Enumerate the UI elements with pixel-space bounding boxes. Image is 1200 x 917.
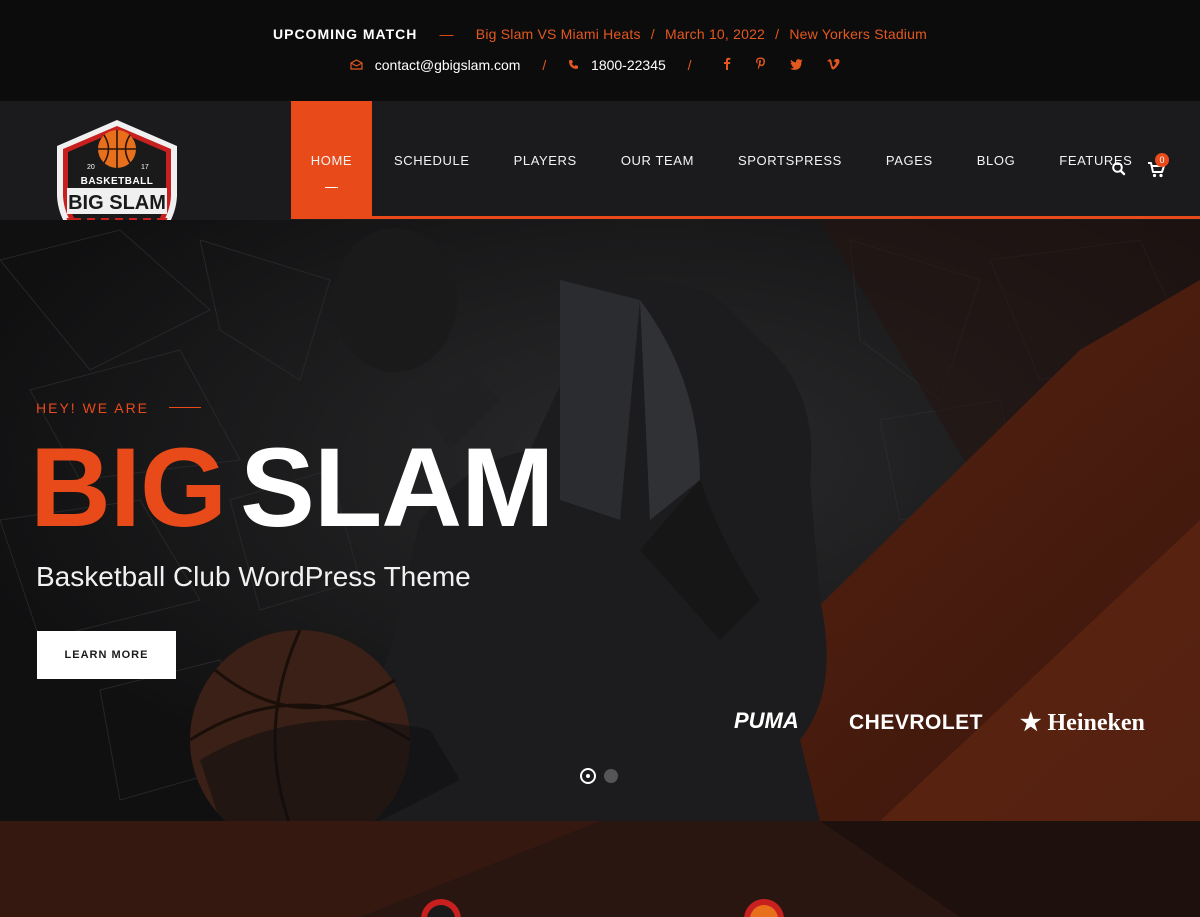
nav-sportspress[interactable]: SPORTSPRESS: [716, 101, 864, 219]
hero-eyebrow: HEY! WE ARE: [36, 400, 150, 416]
top-bar: UPCOMING MATCH — Big Slam VS Miami Heats…: [0, 0, 1200, 101]
sponsor-logo-puma: PUMA: [734, 708, 799, 733]
facebook-icon[interactable]: [723, 57, 731, 73]
hero-eyebrow-line: [169, 407, 201, 408]
hero-title: BIG SLAM: [30, 432, 554, 544]
hero-title-slam: SLAM: [240, 425, 554, 550]
pinterest-icon[interactable]: [755, 57, 766, 73]
logo-year-left: 20: [87, 164, 95, 171]
match-separator: /: [650, 26, 655, 42]
slider-dot-2[interactable]: [604, 769, 618, 783]
nav-home[interactable]: HOME: [291, 101, 372, 219]
upcoming-match-title: UPCOMING MATCH: [273, 26, 418, 42]
phone-icon: [568, 59, 579, 73]
match-teams[interactable]: Big Slam VS Miami Heats: [476, 26, 641, 42]
slider-dot-1[interactable]: [580, 768, 596, 784]
match-separator: /: [775, 26, 780, 42]
contact-line: contact@gbigslam.com / 1800-22345 /: [0, 57, 1200, 73]
search-icon[interactable]: [1110, 160, 1128, 178]
hero-subtitle: Basketball Club WordPress Theme: [36, 561, 471, 592]
sponsor-logo-chevrolet: CHEVROLET: [849, 711, 984, 734]
hero-slider: HEY! WE ARE BIG SLAM Basketball Club Word…: [0, 220, 1200, 821]
main-nav: HOME SCHEDULE PLAYERS OUR TEAM SPORTSPRE…: [291, 101, 1154, 219]
nav-pages[interactable]: PAGES: [864, 101, 955, 219]
nav-schedule[interactable]: SCHEDULE: [372, 101, 492, 219]
logo-line-1: BASKETBALL: [81, 176, 154, 187]
logo-year-right: 17: [141, 164, 149, 171]
match-date: March 10, 2022: [664, 26, 766, 42]
contact-email[interactable]: contact@gbigslam.com: [375, 57, 521, 73]
nav-players[interactable]: PLAYERS: [492, 101, 599, 219]
next-section-preview: [0, 821, 1200, 917]
hero-title-big: BIG: [30, 425, 227, 550]
section-background: [0, 821, 1200, 917]
logo-line-2: BIG SLAM: [68, 192, 166, 214]
match-venue: New Yorkers Stadium: [789, 26, 927, 42]
nav-blog[interactable]: BLOG: [955, 101, 1038, 219]
contact-separator: /: [687, 57, 692, 73]
nav-our-team[interactable]: OUR TEAM: [599, 101, 716, 219]
envelope-icon: [350, 59, 363, 73]
twitter-icon[interactable]: [790, 58, 803, 73]
cart-count-badge: 0: [1155, 153, 1169, 167]
nav-features[interactable]: FEATURES: [1037, 101, 1154, 219]
vimeo-icon[interactable]: [827, 58, 840, 73]
upcoming-match-line: UPCOMING MATCH — Big Slam VS Miami Heats…: [0, 26, 1200, 42]
contact-phone[interactable]: 1800-22345: [591, 57, 666, 73]
match-dash: —: [439, 26, 454, 42]
learn-more-button[interactable]: LEARN MORE: [37, 631, 176, 679]
sponsor-logo-heineken: ★ Heineken: [1020, 710, 1145, 736]
contact-separator: /: [542, 57, 547, 73]
